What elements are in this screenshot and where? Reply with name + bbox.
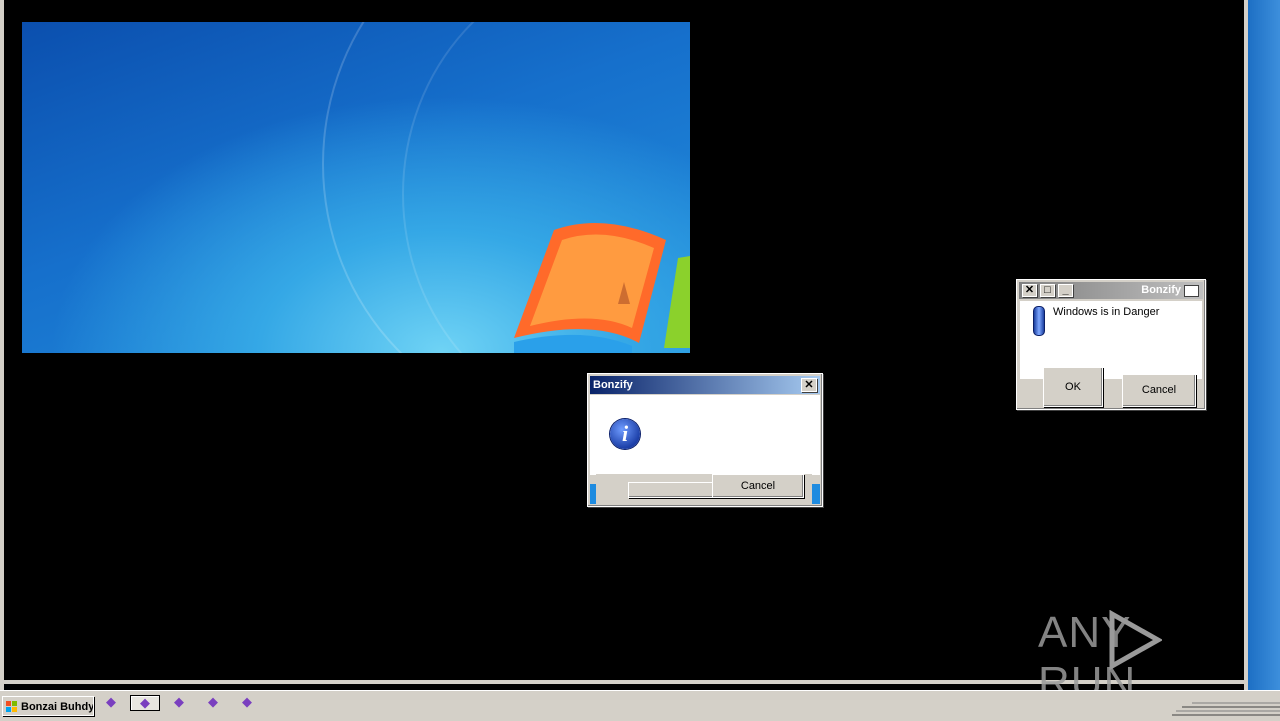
- taskbar: Bonzai Buhdy ◆ ◆ ◆ ◆ ◆: [0, 690, 1280, 721]
- purple-gorilla-icon[interactable]: ◆: [130, 695, 160, 711]
- play-logo-icon: [1109, 610, 1162, 670]
- dialog-message: Windows is in Danger: [1053, 306, 1160, 318]
- bonzi-icon: [1033, 306, 1045, 336]
- windows-flag-logo: [514, 222, 690, 353]
- purple-gorilla-icon[interactable]: ◆: [204, 695, 222, 709]
- purple-gorilla-icon[interactable]: ◆: [170, 695, 188, 709]
- cancel-button[interactable]: Cancel: [712, 474, 804, 498]
- close-icon: ✕: [1024, 284, 1035, 296]
- cancel-button-label: Cancel: [740, 480, 776, 492]
- bonzify-info-dialog: Bonzify ✕ i Cancel: [587, 373, 823, 507]
- close-icon: ✕: [804, 379, 814, 391]
- dialog-title: Bonzify: [1141, 284, 1181, 296]
- minimize-icon: _: [1062, 284, 1069, 296]
- start-label: Bonzai Buhdy: [21, 701, 94, 713]
- minimize-button[interactable]: _: [1058, 284, 1073, 297]
- dialog-title: Bonzify: [593, 379, 633, 391]
- purple-gorilla-icon[interactable]: ◆: [102, 695, 120, 709]
- bonzify-warning-dialog: ✕ □ _ Bonzify Windows is in Danger OK Ca…: [1016, 279, 1206, 410]
- windows7-wallpaper: [22, 22, 690, 353]
- info-icon: i: [610, 419, 640, 449]
- dialog-titlebar[interactable]: Bonzify: [590, 376, 820, 394]
- window-frame-left: [0, 0, 4, 690]
- resize-grip-icon[interactable]: [1172, 697, 1280, 719]
- maximize-icon: □: [1044, 284, 1051, 296]
- app-icon: [1184, 285, 1199, 297]
- cancel-button-label: Cancel: [1141, 384, 1177, 396]
- start-button[interactable]: Bonzai Buhdy: [2, 696, 94, 716]
- close-button[interactable]: ✕: [1022, 284, 1037, 297]
- ok-button[interactable]: OK: [1043, 367, 1103, 407]
- ok-button[interactable]: [628, 482, 720, 498]
- dialog-titlebar[interactable]: ✕ □ _ Bonzify: [1019, 282, 1203, 299]
- windows-logo-icon: [6, 701, 17, 712]
- cancel-button[interactable]: Cancel: [1122, 374, 1196, 407]
- close-button[interactable]: ✕: [801, 378, 817, 392]
- dialog-body: i: [590, 395, 820, 475]
- maximize-button[interactable]: □: [1040, 284, 1055, 297]
- ok-button-label: OK: [1065, 381, 1081, 393]
- desktop-strip-right: [1248, 0, 1280, 690]
- purple-gorilla-icon[interactable]: ◆: [238, 695, 256, 709]
